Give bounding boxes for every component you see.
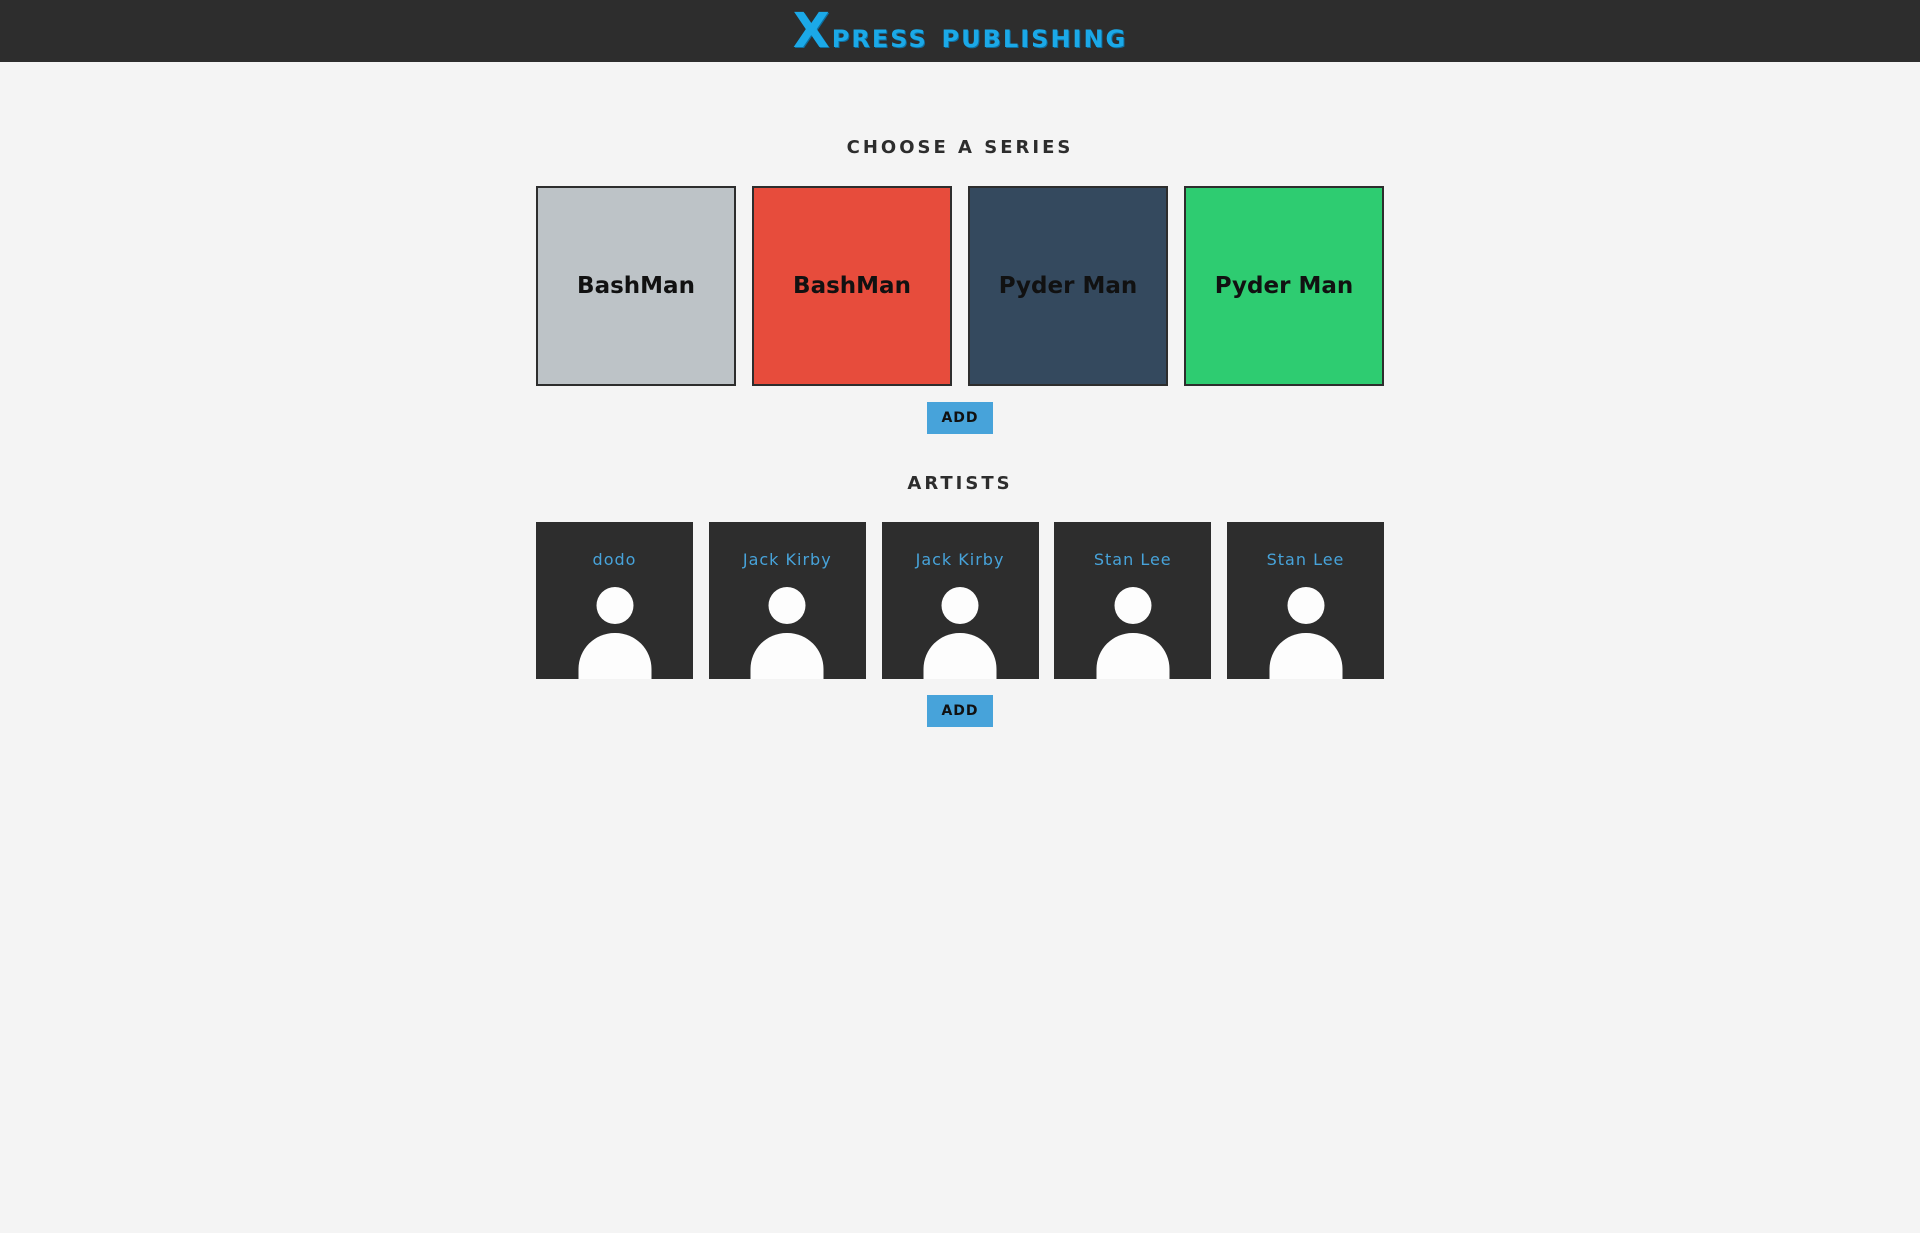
artist-list: dodo Jack Kirby Jack Kirby Stan Lee Stan… <box>536 522 1384 679</box>
add-series-button[interactable]: ADD <box>927 402 993 434</box>
series-card[interactable]: BashMan <box>752 186 952 386</box>
artists-section-title: ARTISTS <box>907 473 1013 494</box>
artist-actions: ADD <box>536 695 1384 727</box>
avatar-icon <box>709 587 866 679</box>
series-name: BashMan <box>793 273 911 299</box>
series-card[interactable]: Pyder Man <box>968 186 1168 386</box>
artist-card[interactable]: dodo <box>536 522 693 679</box>
logo-text: press publishing <box>831 16 1128 56</box>
series-card[interactable]: Pyder Man <box>1184 186 1384 386</box>
artist-card[interactable]: Stan Lee <box>1227 522 1384 679</box>
avatar-icon <box>882 587 1039 679</box>
logo-initial: X <box>792 3 832 59</box>
series-name: Pyder Man <box>1214 273 1354 299</box>
artist-card[interactable]: Jack Kirby <box>708 522 866 679</box>
app-logo[interactable]: Xpress publishing <box>793 3 1128 59</box>
main-content: CHOOSE A SERIES BashMan BashMan Pyder Ma… <box>536 62 1384 727</box>
artist-name: Stan Lee <box>1266 550 1345 569</box>
avatar-icon <box>1227 587 1384 679</box>
series-section-title: CHOOSE A SERIES <box>846 137 1074 158</box>
series-list: BashMan BashMan Pyder Man Pyder Man <box>536 186 1384 386</box>
avatar-icon <box>1054 587 1211 679</box>
series-name: Pyder Man <box>998 273 1138 299</box>
artist-name: Jack Kirby <box>915 550 1005 569</box>
artist-name: dodo <box>592 550 637 569</box>
artist-card[interactable]: Stan Lee <box>1054 522 1212 679</box>
artist-card[interactable]: Jack Kirby <box>881 522 1039 679</box>
series-card[interactable]: BashMan <box>536 186 736 386</box>
series-actions: ADD <box>536 402 1384 434</box>
add-artist-button[interactable]: ADD <box>927 695 993 727</box>
artist-name: Stan Lee <box>1093 550 1172 569</box>
artist-name: Jack Kirby <box>742 550 832 569</box>
app-header: Xpress publishing <box>0 0 1920 62</box>
avatar-icon <box>536 587 693 679</box>
series-name: BashMan <box>577 273 695 299</box>
